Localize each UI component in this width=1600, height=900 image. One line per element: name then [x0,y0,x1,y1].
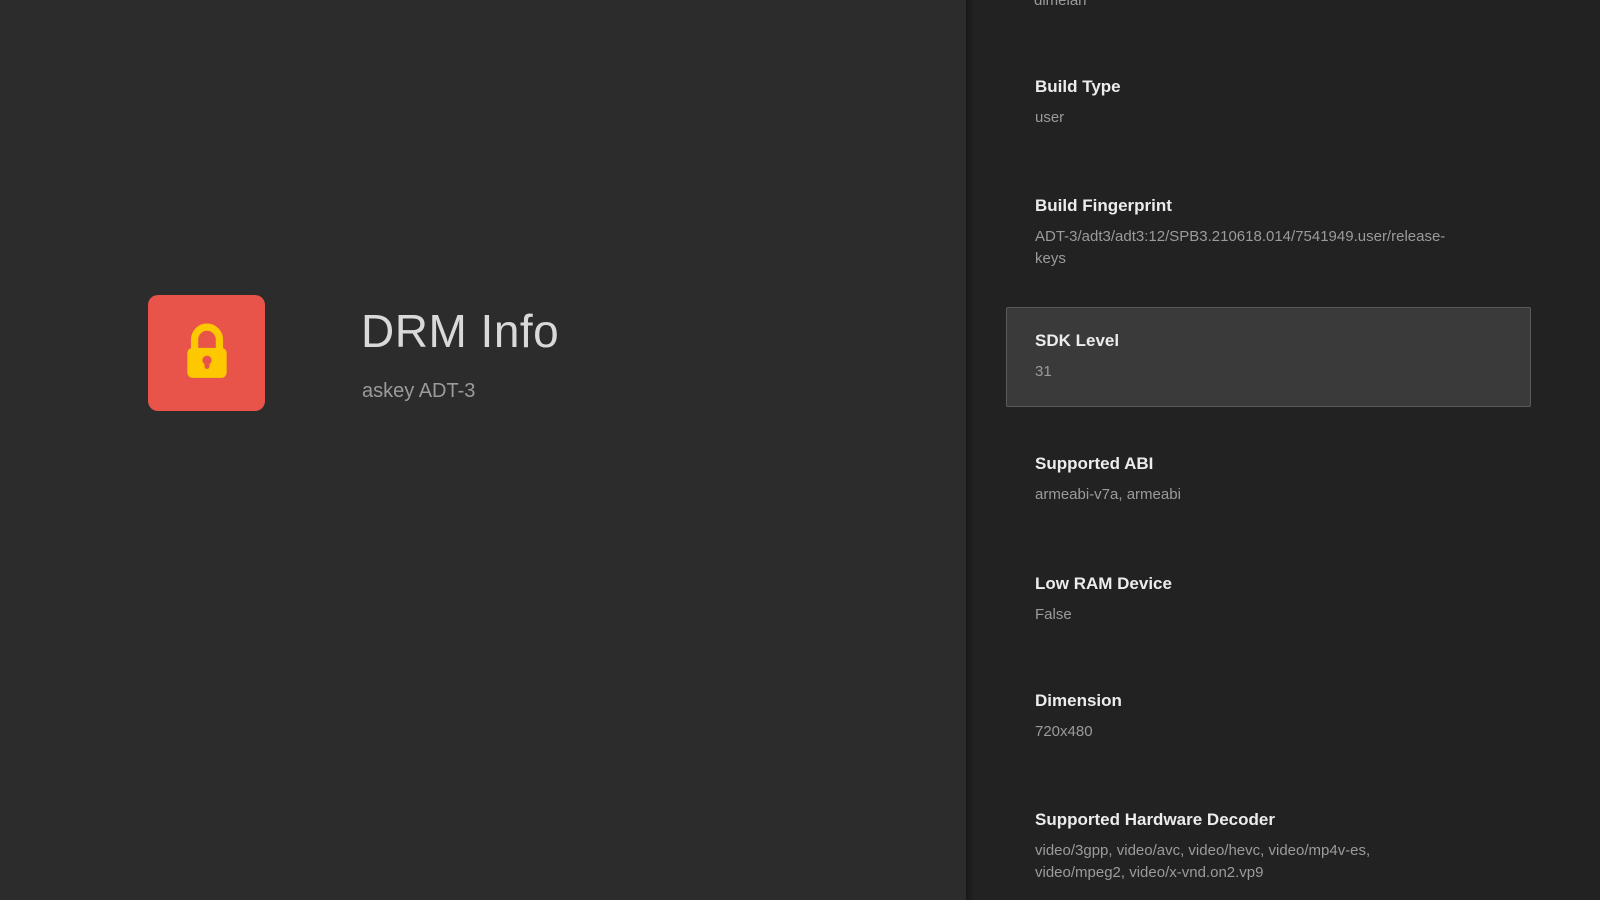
info-item-label: Build Fingerprint [1035,195,1460,217]
info-item-value: user [1035,107,1460,129]
info-item-label: Supported Hardware Decoder [1035,809,1460,831]
info-panel: dimelan Build Type user Build Fingerprin… [966,0,1600,900]
info-item[interactable]: Supported ABI armeabi-v7a, armeabi [1006,430,1531,529]
info-item[interactable]: Build Type user [1006,53,1531,152]
info-item-value: video/3gpp, video/avc, video/hevc, video… [1035,840,1460,884]
info-item[interactable]: SDK Level 31 [1006,307,1531,407]
info-item-label: Build Type [1035,76,1460,98]
app-header-pane: DRM Info askey ADT-3 [0,0,966,900]
info-item[interactable]: Dimension 720x480 [1006,667,1531,766]
info-item-value: ADT-3/adt3/adt3:12/SPB3.210618.014/75419… [1035,226,1460,270]
info-item-value: 720x480 [1035,721,1460,743]
info-item-value: 31 [1035,361,1460,383]
info-item-label: Supported ABI [1035,453,1460,475]
info-item-value: False [1035,604,1460,626]
info-list: Build Type user Build Fingerprint ADT-3/… [1006,0,1531,900]
lock-icon [180,323,234,383]
info-item-label: SDK Level [1035,330,1460,352]
info-item[interactable]: Low RAM Device False [1006,550,1531,649]
info-item-value: armeabi-v7a, armeabi [1035,484,1460,506]
info-item-label: Dimension [1035,690,1460,712]
info-item[interactable]: Build Fingerprint ADT-3/adt3/adt3:12/SPB… [1006,172,1531,293]
app-subtitle: askey ADT-3 [362,378,475,404]
info-item[interactable]: Supported Hardware Decoder video/3gpp, v… [1006,786,1531,900]
info-item-label: Low RAM Device [1035,573,1460,595]
app-icon [148,295,265,411]
app-title: DRM Info [361,303,559,359]
